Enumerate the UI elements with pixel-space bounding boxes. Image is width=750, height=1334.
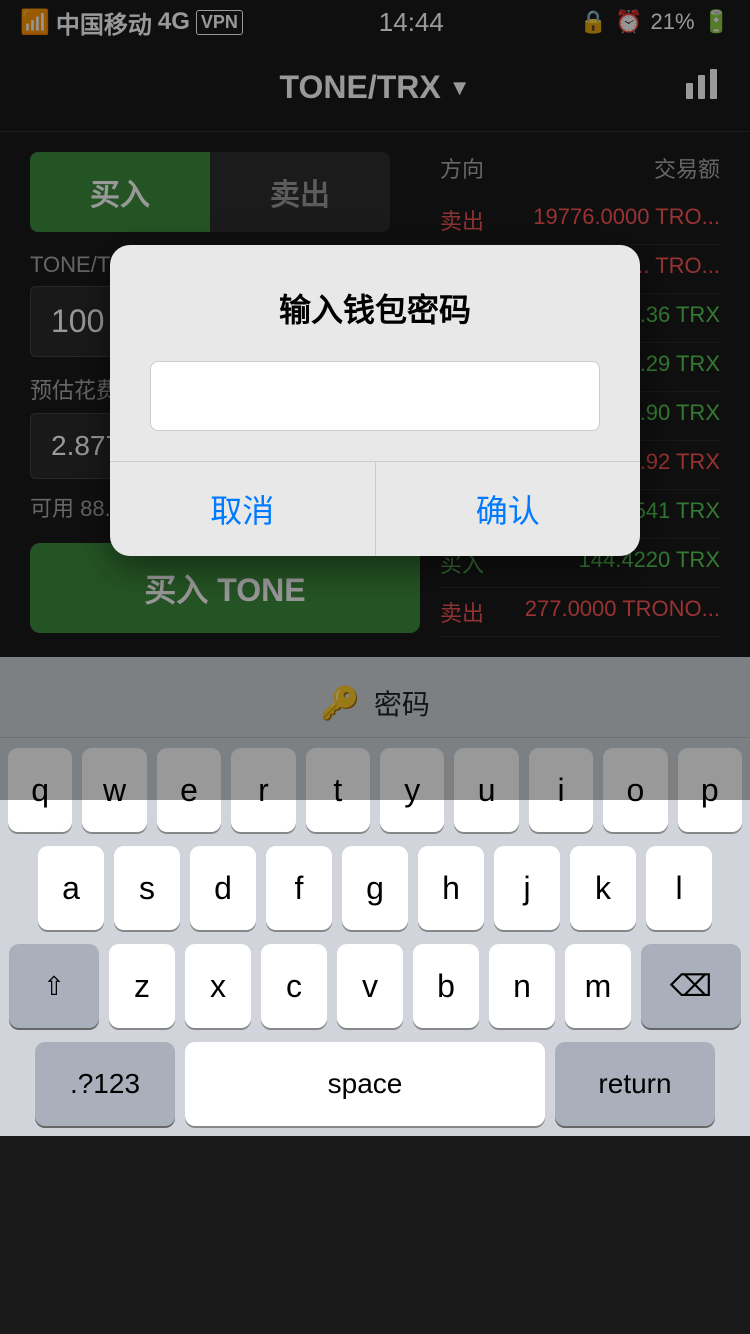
key-a[interactable]: a bbox=[38, 846, 104, 930]
modal-buttons: 取消 确认 bbox=[110, 461, 640, 556]
return-key[interactable]: return bbox=[555, 1042, 715, 1126]
key-v[interactable]: v bbox=[337, 944, 403, 1028]
key-s[interactable]: s bbox=[114, 846, 180, 930]
numbers-key[interactable]: .?123 bbox=[35, 1042, 175, 1126]
keyboard-bottom-row: .?123 space return bbox=[0, 1042, 750, 1136]
key-g[interactable]: g bbox=[342, 846, 408, 930]
modal-title: 输入钱包密码 bbox=[150, 285, 600, 331]
key-n[interactable]: n bbox=[489, 944, 555, 1028]
password-modal: 输入钱包密码 取消 确认 bbox=[110, 245, 640, 556]
key-b[interactable]: b bbox=[413, 944, 479, 1028]
key-z[interactable]: z bbox=[109, 944, 175, 1028]
key-f[interactable]: f bbox=[266, 846, 332, 930]
shift-key[interactable]: ⇧ bbox=[9, 944, 99, 1028]
modal-overlay: 输入钱包密码 取消 确认 bbox=[0, 0, 750, 800]
password-input[interactable] bbox=[150, 361, 600, 431]
confirm-button[interactable]: 确认 bbox=[376, 462, 641, 556]
key-l[interactable]: l bbox=[646, 846, 712, 930]
key-d[interactable]: d bbox=[190, 846, 256, 930]
delete-key[interactable]: ⌫ bbox=[641, 944, 741, 1028]
key-k[interactable]: k bbox=[570, 846, 636, 930]
key-x[interactable]: x bbox=[185, 944, 251, 1028]
key-m[interactable]: m bbox=[565, 944, 631, 1028]
cancel-button[interactable]: 取消 bbox=[110, 462, 376, 556]
key-h[interactable]: h bbox=[418, 846, 484, 930]
keyboard-row-3: ⇧ z x c v b n m ⌫ bbox=[8, 944, 742, 1028]
keyboard-row-2: a s d f g h j k l bbox=[8, 846, 742, 930]
space-key[interactable]: space bbox=[185, 1042, 545, 1126]
key-c[interactable]: c bbox=[261, 944, 327, 1028]
key-j[interactable]: j bbox=[494, 846, 560, 930]
